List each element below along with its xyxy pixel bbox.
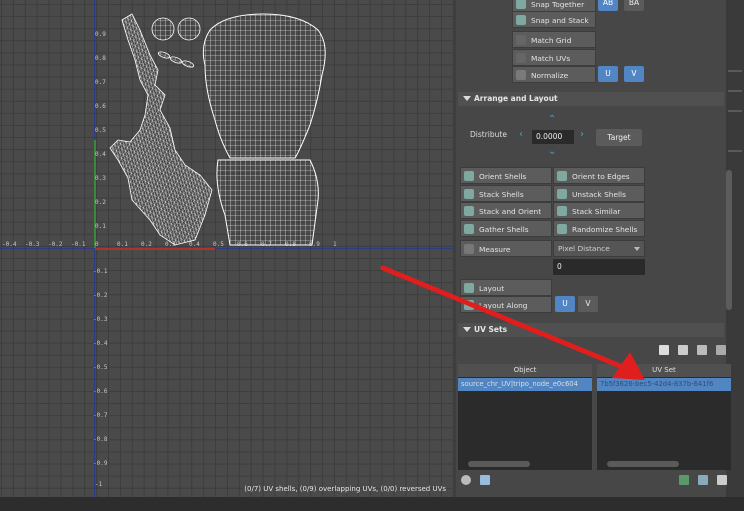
ab-button[interactable]: AB: [598, 0, 618, 11]
target-button[interactable]: Target: [596, 129, 642, 146]
uv-snapshot-icon[interactable]: [679, 475, 689, 485]
uv-status-text: (0/7) UV shells, (0/9) overlapping UVs, …: [244, 485, 446, 493]
normalize-label: Normalize: [531, 71, 569, 80]
left-arrow-icon[interactable]: ‹: [519, 129, 523, 140]
bottom-strip: [0, 497, 744, 511]
stack-and-orient-label: Stack and Orient: [479, 207, 542, 216]
orient-shells-button[interactable]: Orient Shells: [460, 167, 552, 184]
orient-shells-label: Orient Shells: [479, 172, 527, 181]
orient-to-edges-label: Orient to Edges: [572, 172, 630, 181]
stack-and-orient-button[interactable]: Stack and Orient: [460, 202, 552, 219]
measure-unit-value: Pixel Distance: [558, 244, 610, 253]
snap-and-stack-label: Snap and Stack: [531, 16, 589, 25]
uv-options-icon[interactable]: [480, 475, 490, 485]
camera-icon[interactable]: [717, 475, 727, 485]
stack-shells-label: Stack Shells: [479, 190, 524, 199]
snap-and-stack-button[interactable]: Snap and Stack: [512, 11, 596, 28]
snap-together-label: Snap Together: [531, 0, 585, 9]
gather-shells-icon: [464, 224, 474, 234]
arrange-layout-title: Arrange and Layout: [474, 94, 558, 103]
measure-button[interactable]: Measure: [460, 240, 552, 257]
right-arrow-icon[interactable]: ›: [580, 129, 584, 140]
uv-editor-viewport[interactable]: -0.4 -0.3 -0.2 -0.1 0 0.1 0.2 0.3 0.4 0.…: [0, 0, 453, 497]
distribute-label: Distribute: [470, 130, 507, 139]
normalize-icon: [516, 70, 526, 80]
unstack-shells-button[interactable]: Unstack Shells: [553, 185, 645, 202]
normalize-u-button[interactable]: U: [598, 66, 618, 82]
match-uvs-icon: [516, 53, 526, 63]
snap-and-stack-icon: [516, 15, 526, 25]
arrange-layout-header[interactable]: Arrange and Layout: [458, 92, 724, 106]
unstack-shells-label: Unstack Shells: [572, 190, 626, 199]
gather-shells-button[interactable]: Gather Shells: [460, 220, 552, 237]
red-arrow-annotation: [450, 294, 645, 380]
red-arrow-annotation-start: [380, 265, 453, 300]
orient-to-edges-button[interactable]: Orient to Edges: [553, 167, 645, 184]
randomize-shells-icon: [557, 224, 567, 234]
match-grid-label: Match Grid: [531, 36, 572, 45]
normalize-button[interactable]: Normalize: [512, 66, 596, 83]
increase-arrow-icon[interactable]: ⌃: [548, 114, 556, 125]
stack-and-orient-icon: [464, 206, 474, 216]
orient-shells-icon: [464, 171, 474, 181]
randomize-shells-label: Randomize Shells: [572, 225, 638, 234]
panel-scrollbar[interactable]: [726, 170, 732, 310]
match-uvs-label: Match UVs: [531, 54, 571, 63]
match-grid-button[interactable]: Match Grid: [512, 31, 596, 48]
copy-uv-set-icon[interactable]: [678, 345, 688, 355]
measure-label: Measure: [479, 245, 511, 254]
distribute-input[interactable]: 0.0000: [532, 130, 574, 144]
snap-together-icon: [516, 0, 526, 9]
object-list-hscroll[interactable]: [468, 461, 530, 467]
randomize-shells-button[interactable]: Randomize Shells: [553, 220, 645, 237]
stack-similar-icon: [557, 206, 567, 216]
collapse-arrow-icon: [463, 96, 471, 101]
chevron-down-icon: [634, 247, 640, 251]
new-uv-set-icon[interactable]: [659, 345, 669, 355]
uvset-list-hscroll[interactable]: [607, 461, 679, 467]
uv-transfer-icon[interactable]: [698, 475, 708, 485]
stack-shells-button[interactable]: Stack Shells: [460, 185, 552, 202]
match-uvs-button[interactable]: Match UVs: [512, 49, 596, 66]
measure-unit-dropdown[interactable]: Pixel Distance: [553, 240, 645, 257]
match-grid-icon: [516, 35, 526, 45]
measure-value-field[interactable]: 0: [553, 259, 645, 275]
normalize-v-button[interactable]: V: [624, 66, 644, 82]
measure-icon: [464, 244, 474, 254]
gather-shells-label: Gather Shells: [479, 225, 529, 234]
orient-to-edges-icon: [557, 171, 567, 181]
delete-uv-set-icon[interactable]: [716, 345, 726, 355]
stack-similar-label: Stack Similar: [572, 207, 621, 216]
decrease-arrow-icon[interactable]: ⌄: [548, 146, 556, 157]
unstack-shells-icon: [557, 189, 567, 199]
shell-settings-icon[interactable]: [461, 475, 471, 485]
rename-uv-set-icon[interactable]: [697, 345, 707, 355]
stack-shells-icon: [464, 189, 474, 199]
ba-button[interactable]: BA: [624, 0, 644, 11]
stack-similar-button[interactable]: Stack Similar: [553, 202, 645, 219]
